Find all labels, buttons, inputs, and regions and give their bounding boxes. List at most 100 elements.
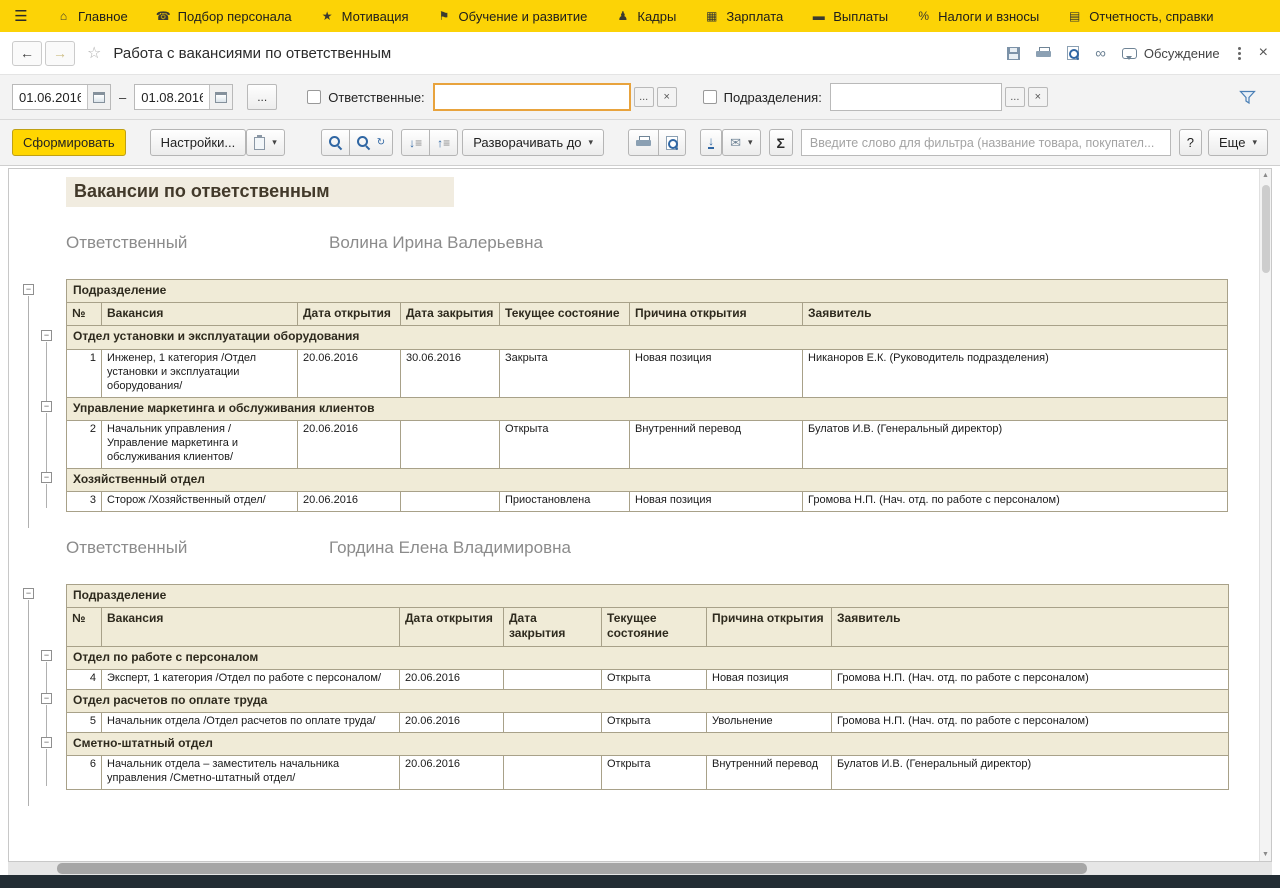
collapse-group-icon[interactable]: −: [41, 693, 52, 704]
caret-down-icon: ▾: [272, 137, 277, 148]
departments-pick-button[interactable]: ...: [1005, 87, 1025, 107]
group-tree-line: [46, 413, 47, 472]
vacancy-row[interactable]: 3Сторож /Хозяйственный отдел/20.06.2016П…: [67, 491, 1228, 511]
collapse-group-icon[interactable]: −: [23, 284, 34, 295]
vacancy-row[interactable]: 4Эксперт, 1 категория /Отдел по работе с…: [67, 669, 1229, 689]
more-button[interactable]: Еще▾: [1208, 129, 1268, 156]
group-tree-line: [46, 484, 47, 508]
responsible-pick-button[interactable]: ...: [634, 87, 654, 107]
vacancy-row[interactable]: 6Начальник отдела – заместитель начальни…: [67, 756, 1229, 790]
vacancy-row[interactable]: 5Начальник отдела /Отдел расчетов по опл…: [67, 713, 1229, 733]
discussion-button[interactable]: Обсуждение: [1122, 46, 1220, 61]
department-group-row[interactable]: Отдел расчетов по оплате труда: [67, 689, 1229, 712]
horizontal-scrollbar-thumb[interactable]: [57, 863, 1087, 874]
status-cell: Закрыта: [500, 349, 630, 397]
vacancy-cell: Сторож /Хозяйственный отдел/: [102, 491, 298, 511]
menu-item-payouts[interactable]: ▬Выплаты: [797, 0, 902, 32]
departments-input[interactable]: [830, 83, 1002, 111]
menu-item-taxes[interactable]: %Налоги и взносы: [902, 0, 1053, 32]
responsible-checkbox[interactable]: [307, 90, 321, 104]
menu-item-training[interactable]: ⚑Обучение и развитие: [423, 0, 602, 32]
collapse-groups-button[interactable]: ↑≡: [429, 129, 458, 156]
department-group-row[interactable]: Сметно-штатный отдел: [67, 733, 1229, 756]
menu-item-salary[interactable]: ▦Зарплата: [690, 0, 797, 32]
collapse-group-icon[interactable]: −: [41, 472, 52, 483]
department-group-row[interactable]: Хозяйственный отдел: [67, 468, 1228, 491]
sum-button[interactable]: Σ: [769, 129, 793, 156]
applicant-cell: Громова Н.П. (Нач. отд. по работе с перс…: [832, 669, 1229, 689]
collapse-group-icon[interactable]: −: [41, 737, 52, 748]
menu-item-reports[interactable]: ▤Отчетность, справки: [1053, 0, 1227, 32]
window-actions: ∞ Обсуждение ×: [1007, 44, 1268, 62]
forward-button[interactable]: →: [45, 41, 75, 66]
send-email-button[interactable]: ✉▾: [722, 129, 760, 156]
search-button[interactable]: [321, 129, 350, 156]
report-toolbar: Сформировать Настройки... ▾ ↻ ↓≡ ↑≡ Разв…: [0, 120, 1280, 166]
menu-item-motivation[interactable]: ★Мотивация: [306, 0, 423, 32]
quick-filter-input[interactable]: [801, 129, 1171, 156]
printer-icon: [636, 136, 651, 149]
menu-item-home[interactable]: ⌂Главное: [42, 0, 142, 32]
print-button[interactable]: [628, 129, 659, 156]
collapse-group-icon[interactable]: −: [41, 650, 52, 661]
favorite-star-icon[interactable]: ☆: [87, 43, 101, 63]
search-button-group: ↻: [321, 129, 393, 156]
group-tree-line: [46, 662, 47, 693]
print-preview-icon[interactable]: [1067, 46, 1079, 60]
column-header: Причина открытия: [707, 608, 832, 646]
vertical-scrollbar[interactable]: ▲ ▼: [1259, 169, 1271, 861]
horizontal-scrollbar[interactable]: [8, 862, 1272, 875]
column-header: №: [67, 608, 102, 646]
report-variants-button[interactable]: ▾: [246, 129, 285, 156]
scroll-up-icon[interactable]: ▲: [1262, 169, 1269, 182]
period-to-input[interactable]: [135, 85, 209, 109]
responsible-clear-button[interactable]: ×: [657, 87, 677, 107]
get-link-icon[interactable]: ∞: [1095, 46, 1106, 61]
responsible-input[interactable]: [433, 83, 631, 111]
scroll-down-icon[interactable]: ▼: [1262, 848, 1269, 861]
more-actions-icon[interactable]: [1236, 45, 1243, 62]
calendar-from-button[interactable]: [87, 85, 110, 109]
subdivision-header: Подразделение: [67, 584, 1229, 607]
caret-down-icon: ▾: [1252, 137, 1257, 148]
subdivision-header-row: Подразделение: [67, 280, 1228, 303]
column-header-row: №ВакансияДата открытияДата закрытияТекущ…: [67, 303, 1228, 326]
hamburger-menu-icon[interactable]: ☰: [0, 0, 42, 32]
menu-item-staff[interactable]: ♟Кадры: [601, 0, 690, 32]
expand-to-dropdown[interactable]: Разворачивать до▾: [462, 129, 604, 156]
collapse-group-icon[interactable]: −: [41, 401, 52, 412]
close-icon[interactable]: ×: [1259, 44, 1268, 62]
expand-groups-button[interactable]: ↓≡: [401, 129, 430, 156]
column-header: Вакансия: [102, 608, 400, 646]
departments-clear-button[interactable]: ×: [1028, 87, 1048, 107]
collapse-group-icon[interactable]: −: [41, 330, 52, 341]
department-group-label: Управление маркетинга и обслуживания кли…: [67, 397, 1228, 420]
vacancy-row[interactable]: 2Начальник управления /Управление маркет…: [67, 420, 1228, 468]
period-from-input[interactable]: [13, 85, 87, 109]
search-next-button[interactable]: ↻: [349, 129, 393, 156]
vertical-scrollbar-thumb[interactable]: [1262, 185, 1270, 273]
print-preview-button[interactable]: [658, 129, 686, 156]
vacancy-row[interactable]: 1Инженер, 1 категория /Отдел установки и…: [67, 349, 1228, 397]
vacancies-table: Подразделение№ВакансияДата открытияДата …: [66, 584, 1229, 790]
period-options-button[interactable]: ...: [247, 84, 277, 110]
back-button[interactable]: ←: [12, 41, 42, 66]
departments-checkbox[interactable]: [703, 90, 717, 104]
close-date-cell: [504, 669, 602, 689]
department-group-row[interactable]: Отдел по работе с персоналом: [67, 646, 1229, 669]
generate-button[interactable]: Сформировать: [12, 129, 126, 156]
save-file-button[interactable]: ↓: [700, 129, 722, 156]
download-icon: ↓: [708, 136, 714, 149]
help-button[interactable]: ?: [1179, 129, 1202, 156]
report-area: Вакансии по ответственнымОтветственныйВо…: [8, 168, 1272, 862]
group-tree-line: [46, 749, 47, 787]
collapse-group-icon[interactable]: −: [23, 588, 34, 599]
settings-button[interactable]: Настройки...: [150, 129, 247, 156]
print-icon[interactable]: [1036, 47, 1051, 60]
save-icon[interactable]: [1007, 47, 1020, 60]
department-group-row[interactable]: Отдел установки и эксплуатации оборудова…: [67, 326, 1228, 349]
department-group-row[interactable]: Управление маркетинга и обслуживания кли…: [67, 397, 1228, 420]
menu-item-recruitment[interactable]: ☎Подбор персонала: [142, 0, 306, 32]
filter-funnel-icon[interactable]: [1239, 90, 1256, 105]
calendar-to-button[interactable]: [209, 85, 232, 109]
